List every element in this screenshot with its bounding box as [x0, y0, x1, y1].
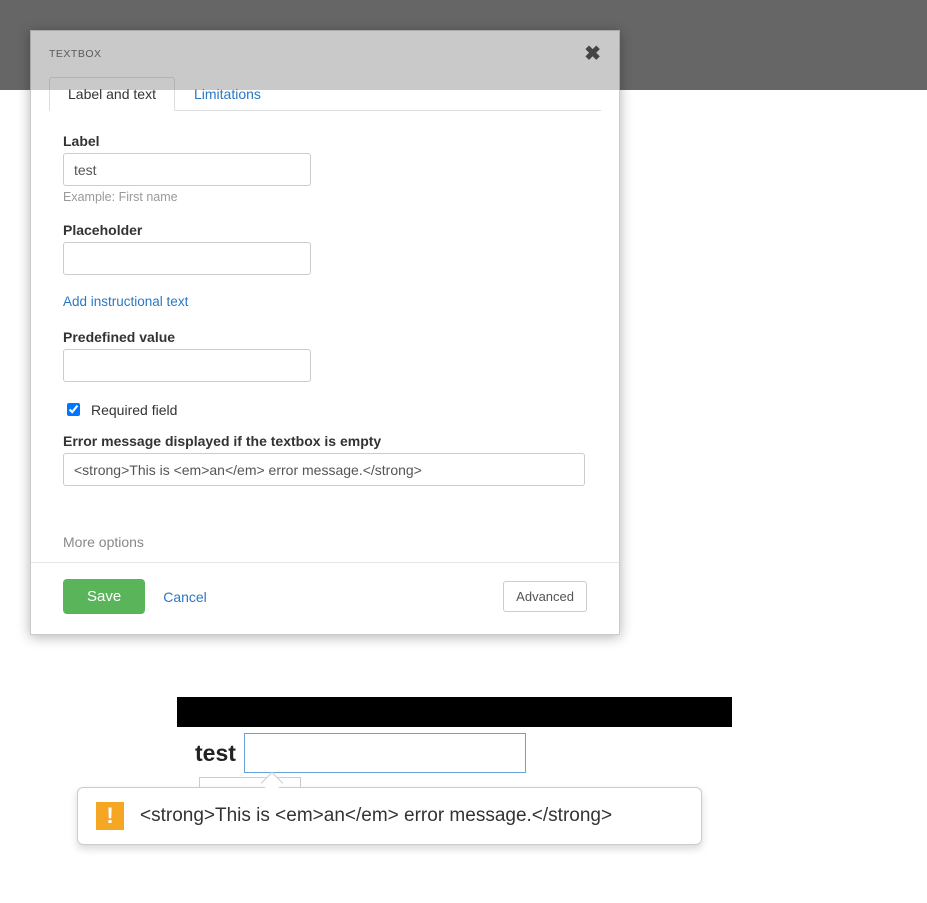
required-label: Required field: [91, 402, 177, 418]
validation-tooltip: ! <strong>This is <em>an</em> error mess…: [77, 787, 702, 845]
warning-icon: !: [96, 802, 124, 830]
predefined-heading: Predefined value: [63, 329, 587, 345]
placeholder-input[interactable]: [63, 242, 311, 275]
preview-field-label: test: [195, 740, 236, 767]
preview-redacted-bar: [177, 697, 732, 727]
live-preview-area: test: [177, 697, 732, 773]
tooltip-connector: [199, 777, 301, 787]
label-hint: Example: First name: [63, 190, 587, 204]
modal-type-label: TEXTBOX: [49, 48, 102, 60]
placeholder-heading: Placeholder: [63, 222, 587, 238]
cancel-button[interactable]: Cancel: [163, 589, 207, 605]
preview-text-input[interactable]: [244, 733, 526, 773]
error-message-input[interactable]: [63, 453, 585, 486]
predefined-value-input[interactable]: [63, 349, 311, 382]
add-instructional-text-link[interactable]: Add instructional text: [63, 294, 188, 309]
required-checkbox[interactable]: [67, 403, 80, 416]
advanced-button[interactable]: Advanced: [503, 581, 587, 612]
validation-tooltip-text: <strong>This is <em>an</em> error messag…: [140, 805, 612, 827]
label-heading: Label: [63, 133, 587, 149]
error-message-heading: Error message displayed if the textbox i…: [63, 433, 587, 449]
tab-label-and-text[interactable]: Label and text: [49, 77, 175, 111]
close-icon[interactable]: ✖: [584, 44, 601, 64]
modal-tabs: Label and text Limitations: [31, 77, 619, 110]
tab-limitations[interactable]: Limitations: [175, 77, 280, 111]
label-input[interactable]: [63, 153, 311, 186]
more-options-link[interactable]: More options: [63, 534, 587, 562]
save-button[interactable]: Save: [63, 579, 145, 614]
textbox-settings-modal: TEXTBOX ✖ Label and text Limitations Lab…: [30, 30, 620, 635]
